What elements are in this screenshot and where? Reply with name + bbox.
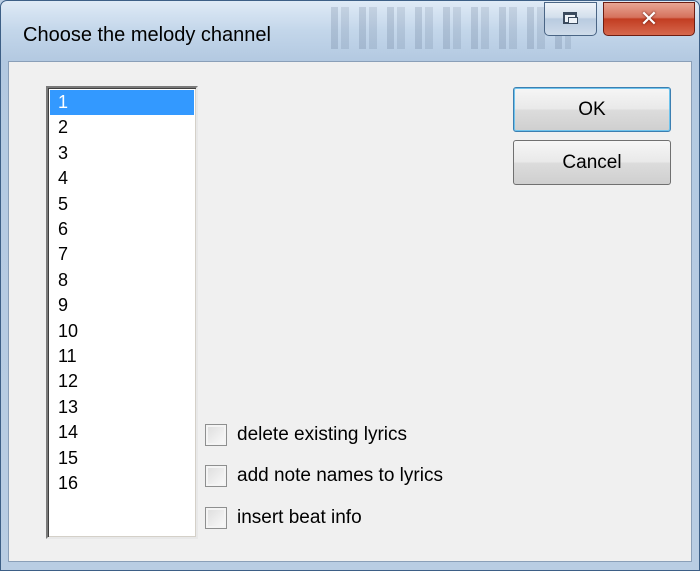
titlebar-glass [331, 7, 571, 49]
cancel-button[interactable]: Cancel [513, 140, 671, 185]
add-note-names-label[interactable]: add note names to lyrics [237, 465, 443, 487]
channel-list-item[interactable]: 15 [58, 446, 78, 471]
channel-list-item[interactable]: 1 [58, 90, 68, 115]
channel-list-item[interactable]: 14 [58, 420, 78, 445]
add-note-names-checkbox[interactable] [205, 465, 227, 487]
channel-list-item[interactable]: 7 [58, 242, 68, 267]
channel-list-item[interactable]: 4 [58, 166, 68, 191]
channel-list-item[interactable]: 9 [58, 293, 68, 318]
channel-list-item[interactable]: 11 [58, 344, 77, 369]
channel-list-item[interactable]: 6 [58, 217, 68, 242]
channel-list-item[interactable]: 5 [58, 192, 68, 217]
channel-list-item[interactable]: 3 [58, 141, 68, 166]
channel-list-item[interactable]: 8 [58, 268, 68, 293]
channel-list-item[interactable]: 13 [58, 395, 78, 420]
restore-button[interactable] [544, 2, 597, 36]
delete-lyrics-checkbox[interactable] [205, 424, 227, 446]
insert-beat-checkbox[interactable] [205, 507, 227, 529]
dialog-client-area: 1 2 3 4 5 6 7 8 9 10 11 12 13 14 15 16 OK Cancel delete… [8, 61, 692, 562]
ok-button[interactable]: OK [513, 87, 671, 132]
channel-listbox[interactable]: 1 2 3 4 5 6 7 8 9 10 11 12 13 14 15 16 [46, 86, 198, 539]
dialog-window: Choose the melody channel ✕ 1 2 3 4 5 6 7 8 9 10 1… [0, 0, 700, 571]
insert-beat-option[interactable]: insert beat info [205, 505, 362, 531]
selection-highlight [50, 90, 194, 115]
close-icon: ✕ [639, 6, 659, 32]
channel-list-item[interactable]: 12 [58, 369, 78, 394]
channel-list-item[interactable]: 10 [58, 319, 78, 344]
window-title: Choose the melody channel [23, 24, 271, 46]
delete-lyrics-label[interactable]: delete existing lyrics [237, 424, 407, 446]
add-note-names-option[interactable]: add note names to lyrics [205, 463, 443, 489]
insert-beat-label[interactable]: insert beat info [237, 507, 362, 529]
restore-icon [562, 12, 579, 26]
delete-lyrics-option[interactable]: delete existing lyrics [205, 422, 407, 448]
channel-list-item[interactable]: 2 [58, 115, 68, 140]
close-button[interactable]: ✕ [603, 2, 695, 36]
channel-list-item[interactable]: 16 [58, 471, 78, 496]
